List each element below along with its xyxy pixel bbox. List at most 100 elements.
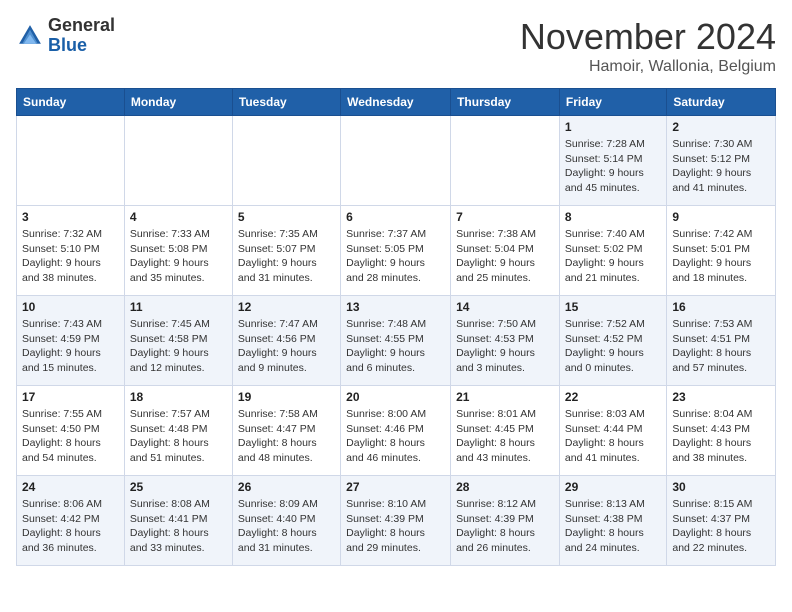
day-info: Sunrise: 7:53 AM Sunset: 4:51 PM Dayligh…	[672, 317, 770, 376]
calendar-table: SundayMondayTuesdayWednesdayThursdayFrid…	[16, 88, 776, 566]
calendar-cell: 4 Sunrise: 7:33 AM Sunset: 5:08 PM Daylig…	[124, 206, 232, 296]
calendar-cell: 3 Sunrise: 7:32 AM Sunset: 5:10 PM Daylig…	[17, 206, 125, 296]
logo: General Blue	[16, 16, 115, 56]
day-info: Sunrise: 8:01 AM Sunset: 4:45 PM Dayligh…	[456, 407, 554, 466]
day-number: 2	[672, 120, 770, 134]
calendar-cell: 2 Sunrise: 7:30 AM Sunset: 5:12 PM Daylig…	[667, 116, 776, 206]
calendar-cell: 9Sunrise: 7:42 AM Sunset: 5:01 PM Daylig…	[667, 206, 776, 296]
day-info: Sunrise: 7:40 AM Sunset: 5:02 PM Dayligh…	[565, 227, 661, 286]
logo-general-text: General	[48, 15, 115, 35]
calendar-cell	[232, 116, 340, 206]
calendar-cell	[17, 116, 125, 206]
weekday-header: Thursday	[451, 89, 560, 116]
day-info: Sunrise: 8:09 AM Sunset: 4:40 PM Dayligh…	[238, 497, 335, 556]
day-number: 18	[130, 390, 227, 404]
day-number: 4	[130, 210, 227, 224]
day-number: 27	[346, 480, 445, 494]
calendar-week-row: 3 Sunrise: 7:32 AM Sunset: 5:10 PM Daylig…	[17, 206, 776, 296]
calendar-cell: 11Sunrise: 7:45 AM Sunset: 4:58 PM Dayli…	[124, 296, 232, 386]
calendar-week-row: 1 Sunrise: 7:28 AM Sunset: 5:14 PM Daylig…	[17, 116, 776, 206]
day-number: 7	[456, 210, 554, 224]
day-number: 13	[346, 300, 445, 314]
day-info: Sunrise: 7:57 AM Sunset: 4:48 PM Dayligh…	[130, 407, 227, 466]
day-info: Sunrise: 7:33 AM Sunset: 5:08 PM Dayligh…	[130, 227, 227, 286]
day-number: 9	[672, 210, 770, 224]
day-info: Sunrise: 8:00 AM Sunset: 4:46 PM Dayligh…	[346, 407, 445, 466]
day-info: Sunrise: 8:03 AM Sunset: 4:44 PM Dayligh…	[565, 407, 661, 466]
day-number: 11	[130, 300, 227, 314]
calendar-cell: 15 Sunrise: 7:52 AM Sunset: 4:52 PM Dayli…	[559, 296, 666, 386]
calendar-week-row: 24Sunrise: 8:06 AM Sunset: 4:42 PM Dayli…	[17, 476, 776, 566]
day-info: Sunrise: 7:37 AM Sunset: 5:05 PM Dayligh…	[346, 227, 445, 286]
calendar-cell	[341, 116, 451, 206]
day-info: Sunrise: 8:10 AM Sunset: 4:39 PM Dayligh…	[346, 497, 445, 556]
day-number: 3	[22, 210, 119, 224]
day-number: 25	[130, 480, 227, 494]
weekday-header: Saturday	[667, 89, 776, 116]
calendar-cell: 1 Sunrise: 7:28 AM Sunset: 5:14 PM Daylig…	[559, 116, 666, 206]
day-number: 26	[238, 480, 335, 494]
day-number: 8	[565, 210, 661, 224]
calendar-cell: 23 Sunrise: 8:04 AM Sunset: 4:43 PM Dayli…	[667, 386, 776, 476]
day-info: Sunrise: 7:32 AM Sunset: 5:10 PM Dayligh…	[22, 227, 119, 286]
day-info: Sunrise: 7:28 AM Sunset: 5:14 PM Dayligh…	[565, 137, 661, 196]
day-info: Sunrise: 7:30 AM Sunset: 5:12 PM Dayligh…	[672, 137, 770, 196]
day-info: Sunrise: 7:55 AM Sunset: 4:50 PM Dayligh…	[22, 407, 119, 466]
calendar-cell: 6 Sunrise: 7:37 AM Sunset: 5:05 PM Daylig…	[341, 206, 451, 296]
calendar-week-row: 17 Sunrise: 7:55 AM Sunset: 4:50 PM Dayli…	[17, 386, 776, 476]
weekday-header: Friday	[559, 89, 666, 116]
day-number: 30	[672, 480, 770, 494]
logo-icon	[16, 22, 44, 50]
day-info: Sunrise: 8:06 AM Sunset: 4:42 PM Dayligh…	[22, 497, 119, 556]
day-info: Sunrise: 7:35 AM Sunset: 5:07 PM Dayligh…	[238, 227, 335, 286]
day-info: Sunrise: 7:52 AM Sunset: 4:52 PM Dayligh…	[565, 317, 661, 376]
calendar-cell: 13 Sunrise: 7:48 AM Sunset: 4:55 PM Dayli…	[341, 296, 451, 386]
calendar-cell: 21 Sunrise: 8:01 AM Sunset: 4:45 PM Dayli…	[451, 386, 560, 476]
calendar-cell: 24Sunrise: 8:06 AM Sunset: 4:42 PM Dayli…	[17, 476, 125, 566]
calendar-cell: 30 Sunrise: 8:15 AM Sunset: 4:37 PM Dayli…	[667, 476, 776, 566]
day-number: 5	[238, 210, 335, 224]
day-number: 16	[672, 300, 770, 314]
day-info: Sunrise: 8:08 AM Sunset: 4:41 PM Dayligh…	[130, 497, 227, 556]
day-info: Sunrise: 7:38 AM Sunset: 5:04 PM Dayligh…	[456, 227, 554, 286]
day-number: 21	[456, 390, 554, 404]
day-number: 23	[672, 390, 770, 404]
calendar-cell: 25 Sunrise: 8:08 AM Sunset: 4:41 PM Dayli…	[124, 476, 232, 566]
day-number: 6	[346, 210, 445, 224]
calendar-week-row: 10Sunrise: 7:43 AM Sunset: 4:59 PM Dayli…	[17, 296, 776, 386]
day-number: 19	[238, 390, 335, 404]
calendar-cell: 19Sunrise: 7:58 AM Sunset: 4:47 PM Dayli…	[232, 386, 340, 476]
day-info: Sunrise: 8:13 AM Sunset: 4:38 PM Dayligh…	[565, 497, 661, 556]
day-number: 10	[22, 300, 119, 314]
day-number: 15	[565, 300, 661, 314]
calendar-cell: 27 Sunrise: 8:10 AM Sunset: 4:39 PM Dayli…	[341, 476, 451, 566]
day-info: Sunrise: 7:50 AM Sunset: 4:53 PM Dayligh…	[456, 317, 554, 376]
day-number: 1	[565, 120, 661, 134]
day-number: 29	[565, 480, 661, 494]
calendar-cell: 28Sunrise: 8:12 AM Sunset: 4:39 PM Dayli…	[451, 476, 560, 566]
day-info: Sunrise: 7:48 AM Sunset: 4:55 PM Dayligh…	[346, 317, 445, 376]
calendar-cell: 29 Sunrise: 8:13 AM Sunset: 4:38 PM Dayli…	[559, 476, 666, 566]
location-title: Hamoir, Wallonia, Belgium	[520, 58, 776, 76]
calendar-cell	[124, 116, 232, 206]
day-number: 22	[565, 390, 661, 404]
day-number: 12	[238, 300, 335, 314]
calendar-cell: 8 Sunrise: 7:40 AM Sunset: 5:02 PM Daylig…	[559, 206, 666, 296]
calendar-cell: 18 Sunrise: 7:57 AM Sunset: 4:48 PM Dayli…	[124, 386, 232, 476]
title-area: November 2024 Hamoir, Wallonia, Belgium	[520, 16, 776, 76]
weekday-header: Sunday	[17, 89, 125, 116]
day-number: 17	[22, 390, 119, 404]
weekday-header: Tuesday	[232, 89, 340, 116]
calendar-cell: 10Sunrise: 7:43 AM Sunset: 4:59 PM Dayli…	[17, 296, 125, 386]
calendar-cell: 5 Sunrise: 7:35 AM Sunset: 5:07 PM Daylig…	[232, 206, 340, 296]
month-title: November 2024	[520, 16, 776, 58]
calendar-cell: 7 Sunrise: 7:38 AM Sunset: 5:04 PM Daylig…	[451, 206, 560, 296]
calendar-cell: 16 Sunrise: 7:53 AM Sunset: 4:51 PM Dayli…	[667, 296, 776, 386]
day-info: Sunrise: 8:04 AM Sunset: 4:43 PM Dayligh…	[672, 407, 770, 466]
calendar-cell: 20Sunrise: 8:00 AM Sunset: 4:46 PM Dayli…	[341, 386, 451, 476]
day-info: Sunrise: 8:15 AM Sunset: 4:37 PM Dayligh…	[672, 497, 770, 556]
calendar-cell: 26 Sunrise: 8:09 AM Sunset: 4:40 PM Dayli…	[232, 476, 340, 566]
day-number: 28	[456, 480, 554, 494]
header: General Blue November 2024 Hamoir, Wallo…	[16, 16, 776, 76]
calendar-cell	[451, 116, 560, 206]
